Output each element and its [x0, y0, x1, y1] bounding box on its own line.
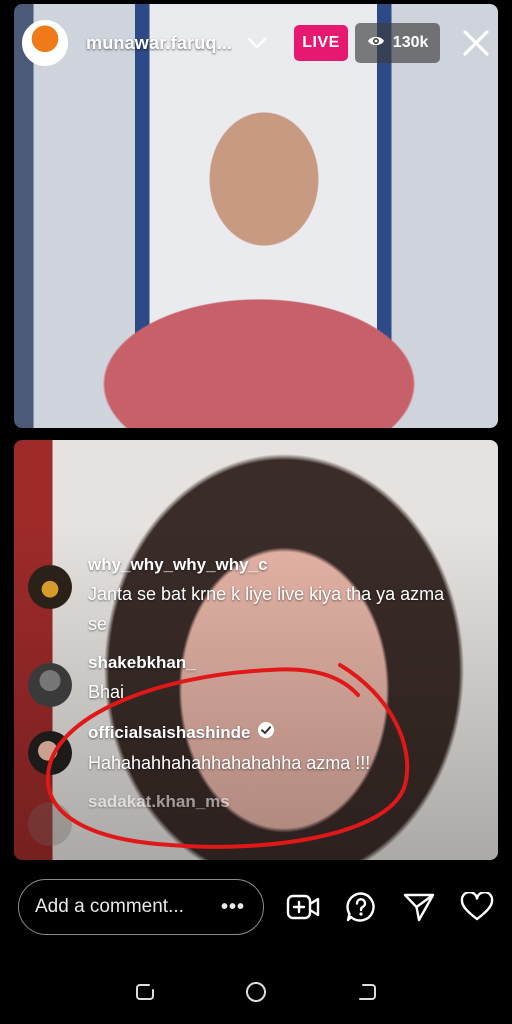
close-icon[interactable]: [460, 27, 492, 59]
comment-text: Bhai: [88, 682, 125, 702]
bottom-action-bar: Add a comment... •••: [18, 878, 494, 936]
comment-username[interactable]: officialsaishashinde: [88, 723, 251, 743]
commenter-avatar[interactable]: [28, 802, 72, 846]
comment-input[interactable]: Add a comment... •••: [18, 879, 264, 935]
heart-icon[interactable]: [460, 890, 494, 924]
comment-text: Hahahahhahahhahahahha azma !!!: [88, 753, 371, 773]
comment-item: sadakat.khan_ms: [28, 792, 468, 846]
more-options-icon[interactable]: •••: [221, 896, 245, 919]
host-avatar[interactable]: [22, 20, 68, 66]
comment-username-row: officialsaishashinde: [88, 721, 370, 744]
host-username[interactable]: munawar.faruq...: [86, 33, 232, 54]
comment-username[interactable]: shakebkhan_: [88, 653, 196, 673]
viewer-count: 130k: [392, 34, 429, 51]
comment-username[interactable]: sadakat.khan_ms: [88, 792, 230, 812]
commenter-avatar[interactable]: [28, 731, 72, 775]
comment-item: why_why_why_why_c Janta se bat krne k li…: [28, 555, 468, 639]
recent-apps-icon[interactable]: [133, 980, 157, 1004]
chevron-down-icon[interactable]: [246, 32, 268, 54]
commenter-avatar[interactable]: [28, 565, 72, 609]
verified-badge-icon: [257, 721, 275, 744]
question-icon[interactable]: [344, 890, 378, 924]
home-icon[interactable]: [244, 980, 268, 1004]
comment-feed: why_why_why_why_c Janta se bat krne k li…: [28, 555, 468, 860]
comment-item: shakebkhan_ Bhai: [28, 653, 468, 707]
comment-item: officialsaishashinde Hahahahhahahhahahah…: [28, 721, 468, 778]
live-badge: LIVE: [294, 25, 348, 61]
comment-text: Janta se bat krne k liye live kiya tha y…: [88, 584, 445, 634]
live-header: munawar.faruq... LIVE 130k: [22, 18, 492, 68]
send-icon[interactable]: [402, 890, 436, 924]
comment-username[interactable]: why_why_why_why_c: [88, 555, 468, 575]
back-icon[interactable]: [355, 980, 379, 1004]
eye-icon: [367, 34, 385, 53]
viewer-count-badge[interactable]: 130k: [354, 23, 441, 63]
video-add-icon[interactable]: [286, 890, 320, 924]
comment-placeholder: Add a comment...: [35, 896, 184, 917]
android-nav-bar: [0, 974, 512, 1010]
commenter-avatar[interactable]: [28, 663, 72, 707]
